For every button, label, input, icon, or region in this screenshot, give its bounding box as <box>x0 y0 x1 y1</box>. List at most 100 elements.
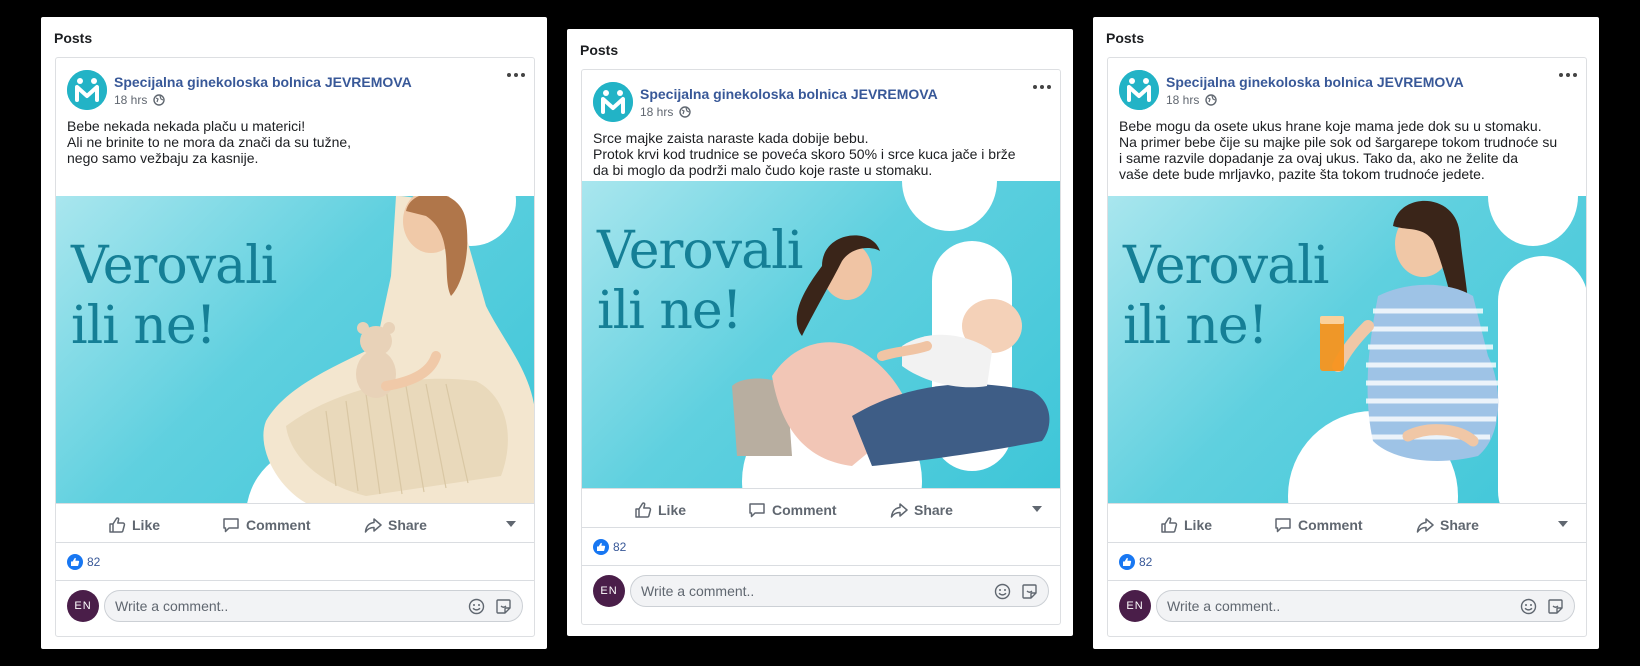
comment-composer: EN <box>56 581 534 627</box>
post-meta: 18 hrs <box>114 93 165 107</box>
emoji-icon[interactable] <box>468 598 485 615</box>
share-arrow-icon <box>890 501 908 519</box>
post-text-line: Na primer bebe čije su majke pile sok od… <box>1119 134 1558 150</box>
post-header: Specijalna ginekoloska bolnica JEVREMOVA… <box>56 58 534 116</box>
more-options-icon[interactable] <box>1558 70 1578 80</box>
like-button[interactable]: Like <box>634 501 686 519</box>
thumbs-up-icon <box>108 516 126 534</box>
share-button[interactable]: Share <box>890 501 953 519</box>
chevron-down-icon[interactable] <box>506 521 516 527</box>
more-options-icon[interactable] <box>1032 82 1052 92</box>
post-time[interactable]: 18 hrs <box>114 93 147 107</box>
globe-icon <box>1205 94 1217 106</box>
post-text-line: Bebe mogu da osete ukus hrane koje mama … <box>1119 118 1542 134</box>
post-text-line: vaše dete bude mrljavko, pazite šta toko… <box>1119 166 1485 182</box>
post-text: Srce majke zaista naraste kada dobije be… <box>582 128 1060 181</box>
comment-bubble-icon <box>748 501 766 519</box>
posts-panel-2: Posts Specijalna ginekoloska bolnica JEV… <box>567 29 1073 636</box>
post-text: Bebe nekada nekada plaču u materici! Ali… <box>56 116 534 196</box>
like-label: Like <box>1184 517 1213 533</box>
mother-holding-baby-illustration <box>732 235 1050 466</box>
share-label: Share <box>388 517 427 533</box>
emoji-icon[interactable] <box>994 583 1011 600</box>
share-label: Share <box>914 502 953 518</box>
comment-button[interactable]: Comment <box>222 516 311 534</box>
page-name-link[interactable]: Specijalna ginekoloska bolnica JEVREMOVA <box>114 74 412 90</box>
page-name-link[interactable]: Specijalna ginekoloska bolnica JEVREMOVA <box>1166 74 1464 90</box>
panel-title: Posts <box>54 30 93 46</box>
share-label: Share <box>1440 517 1479 533</box>
comment-input[interactable] <box>641 583 1038 599</box>
user-avatar[interactable]: EN <box>593 575 625 607</box>
more-options-icon[interactable] <box>506 70 526 80</box>
user-avatar[interactable]: EN <box>1119 590 1151 622</box>
post-card: Specijalna ginekoloska bolnica JEVREMOVA… <box>1107 57 1587 637</box>
posts-panel-3: Posts Specijalna ginekoloska bolnica JEV… <box>1093 17 1599 649</box>
post-meta: 18 hrs <box>640 105 691 119</box>
sticker-icon[interactable] <box>1547 598 1564 615</box>
post-text-line: Srce majke zaista naraste kada dobije be… <box>593 130 869 146</box>
post-text-line: nego samo vežbaju za kasnije. <box>67 150 259 166</box>
post-text-line: Bebe nekada nekada plaču u materici! <box>67 118 306 134</box>
image-heading-line: Verovali <box>1123 236 1329 296</box>
post-actions-bar: Like Comment Share <box>582 488 1060 528</box>
post-actions-bar: Like Comment Share <box>1108 503 1586 543</box>
reaction-count: 82 <box>1139 554 1153 569</box>
post-header: Specijalna ginekoloska bolnica JEVREMOVA… <box>1108 58 1586 116</box>
page-logo[interactable] <box>1119 70 1159 110</box>
post-text-line: Ali ne brinite to ne mora da znači da su… <box>67 134 352 150</box>
post-card: Specijalna ginekoloska bolnica JEVREMOVA… <box>581 69 1061 625</box>
post-image[interactable]: Verovali ili ne! <box>1108 196 1586 503</box>
user-avatar[interactable]: EN <box>67 590 99 622</box>
reactions-summary[interactable]: 82 <box>1108 543 1586 581</box>
share-button[interactable]: Share <box>364 516 427 534</box>
post-card: Specijalna ginekoloska bolnica JEVREMOVA… <box>55 57 535 637</box>
post-text-line: Protok krvi kod trudnice se poveća skoro… <box>593 146 1016 162</box>
chevron-down-icon[interactable] <box>1558 521 1568 527</box>
like-button[interactable]: Like <box>108 516 160 534</box>
reaction-count: 82 <box>87 554 101 569</box>
comment-input[interactable] <box>115 598 512 614</box>
chevron-down-icon[interactable] <box>1032 506 1042 512</box>
comment-tools <box>1520 598 1564 615</box>
sticker-icon[interactable] <box>495 598 512 615</box>
emoji-icon[interactable] <box>1520 598 1537 615</box>
reaction-count: 82 <box>613 539 627 554</box>
globe-icon <box>153 94 165 106</box>
image-heading-line: ili ne! <box>1123 296 1269 356</box>
share-arrow-icon <box>364 516 382 534</box>
like-label: Like <box>658 502 687 518</box>
comment-input[interactable] <box>1167 598 1564 614</box>
comment-label: Comment <box>1298 517 1363 533</box>
comment-input-wrapper <box>1156 590 1575 622</box>
comment-button[interactable]: Comment <box>1274 516 1363 534</box>
comment-input-wrapper <box>630 575 1049 607</box>
page-logo[interactable] <box>593 82 633 122</box>
sticker-icon[interactable] <box>1021 583 1038 600</box>
reactions-summary[interactable]: 82 <box>582 528 1060 566</box>
post-meta: 18 hrs <box>1166 93 1217 107</box>
comment-button[interactable]: Comment <box>748 501 837 519</box>
post-time[interactable]: 18 hrs <box>640 105 673 119</box>
post-time[interactable]: 18 hrs <box>1166 93 1199 107</box>
comment-input-wrapper <box>104 590 523 622</box>
like-button[interactable]: Like <box>1160 516 1212 534</box>
like-label: Like <box>132 517 161 533</box>
thumbs-up-icon <box>634 501 652 519</box>
panel-title: Posts <box>580 42 619 58</box>
like-reaction-icon <box>67 553 83 570</box>
post-image[interactable]: Verovali ili ne! <box>56 196 534 503</box>
post-image[interactable]: Verovali ili ne! <box>582 181 1060 488</box>
page-logo[interactable] <box>67 70 107 110</box>
page-name-link[interactable]: Specijalna ginekoloska bolnica JEVREMOVA <box>640 86 938 102</box>
panel-title: Posts <box>1106 30 1145 46</box>
comment-label: Comment <box>772 502 837 518</box>
comment-tools <box>994 583 1038 600</box>
share-button[interactable]: Share <box>1416 516 1479 534</box>
decor-blob <box>902 181 997 231</box>
post-header: Specijalna ginekoloska bolnica JEVREMOVA… <box>582 70 1060 128</box>
like-reaction-icon <box>1119 553 1135 570</box>
comment-bubble-icon <box>222 516 240 534</box>
reactions-summary[interactable]: 82 <box>56 543 534 581</box>
comment-composer: EN <box>1108 581 1586 627</box>
